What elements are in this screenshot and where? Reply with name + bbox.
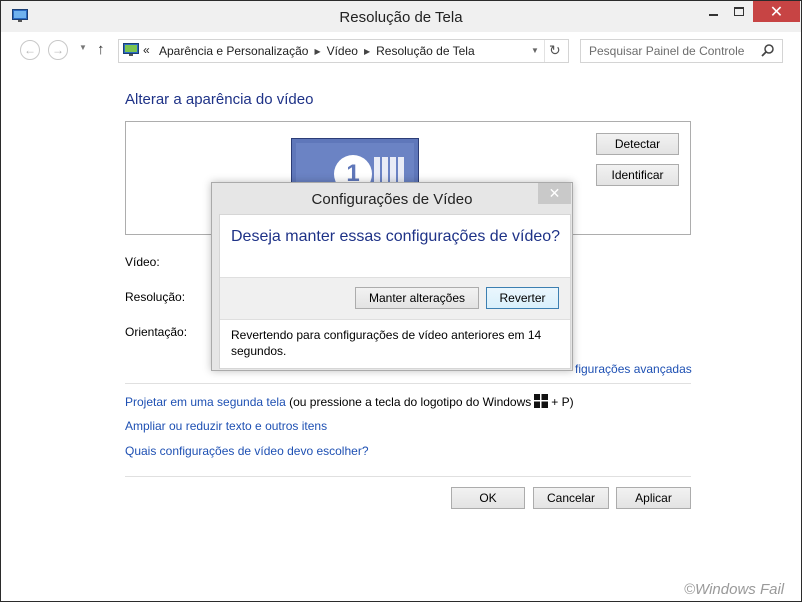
- breadcrumb-item-display[interactable]: Vídeo: [327, 44, 358, 58]
- which-settings-link-label[interactable]: Quais configurações de vídeo devo escolh…: [125, 444, 369, 458]
- breadcrumb-overflow-icon[interactable]: «: [143, 43, 150, 57]
- watermark: ©Windows Fail: [684, 581, 785, 598]
- resolution-label: Resolução:: [125, 290, 186, 304]
- page-title: Alterar a aparência do vídeo: [125, 91, 314, 108]
- breadcrumb-item-screen-resolution[interactable]: Resolução de Tela: [376, 44, 475, 58]
- footer-divider: [125, 476, 691, 477]
- title-bar[interactable]: Resolução de Tela ✕: [1, 1, 801, 32]
- dialog-close-button[interactable]: ✕: [538, 183, 571, 204]
- orientation-label: Orientação:: [125, 325, 188, 339]
- refresh-icon[interactable]: ↻: [549, 42, 561, 59]
- address-bar[interactable]: « Aparência e Personalização ▶ Vídeo ▶ Resol…: [118, 39, 569, 63]
- revert-button[interactable]: Reverter: [486, 287, 559, 309]
- close-icon: ✕: [769, 4, 784, 21]
- search-placeholder: Pesquisar Painel de Controle: [589, 44, 745, 58]
- breadcrumb-separator-icon[interactable]: ▶: [364, 47, 370, 56]
- project-hint-text: (ou pressione a tecla do logotipo do Win…: [289, 395, 532, 409]
- detect-button[interactable]: Detectar: [596, 133, 679, 155]
- forward-button[interactable]: →: [48, 40, 68, 60]
- project-hint-suffix: + P): [551, 395, 574, 409]
- apply-button[interactable]: Aplicar: [616, 487, 691, 509]
- enlarge-text-link[interactable]: Ampliar ou reduzir texto e outros itens: [125, 419, 327, 433]
- monitor-windows-icon: [374, 157, 406, 185]
- back-button[interactable]: ←: [20, 40, 40, 60]
- windows-logo-icon: [534, 394, 549, 408]
- identify-button[interactable]: Identificar: [596, 164, 679, 186]
- window-title: Resolução de Tela: [339, 9, 463, 26]
- breadcrumb: Aparência e Personalização ▶ Vídeo ▶ Resoluç…: [159, 44, 475, 58]
- enlarge-text-link-label[interactable]: Ampliar ou reduzir texto e outros itens: [125, 419, 327, 433]
- project-second-screen-link[interactable]: Projetar em uma segunda tela: [125, 395, 286, 409]
- keep-changes-button[interactable]: Manter alterações: [355, 287, 479, 309]
- dialog-body: Deseja manter essas configurações de víd…: [219, 214, 571, 369]
- advanced-settings-link[interactable]: figurações avançadas: [575, 362, 692, 376]
- recent-locations-chevron-icon[interactable]: ▼: [79, 43, 87, 52]
- divider: [125, 383, 691, 384]
- dialog-question: Deseja manter essas configurações de víd…: [231, 228, 561, 245]
- dialog-button-bar: Manter alterações Reverter: [220, 277, 570, 320]
- maximize-icon: [734, 7, 744, 16]
- close-icon: ✕: [548, 185, 561, 201]
- address-divider: [544, 40, 545, 62]
- project-row: Projetar em uma segunda tela (ou pressio…: [125, 394, 574, 409]
- navigation-bar: ← → ▼ ↑ « Aparência e Personalização ▶ Víd…: [1, 32, 801, 70]
- video-label: Vídeo:: [125, 255, 160, 269]
- search-input[interactable]: Pesquisar Painel de Controle: [580, 39, 783, 63]
- up-button[interactable]: ↑: [97, 41, 105, 58]
- breadcrumb-separator-icon[interactable]: ▶: [314, 47, 320, 56]
- ok-button[interactable]: OK: [451, 487, 525, 509]
- breadcrumb-item-appearance[interactable]: Aparência e Personalização: [159, 44, 308, 58]
- search-icon[interactable]: [761, 43, 775, 57]
- minimize-icon: [709, 14, 718, 16]
- address-dropdown-icon[interactable]: ▼: [531, 46, 539, 55]
- revert-countdown-message: Revertendo para configurações de vídeo a…: [231, 328, 542, 358]
- control-panel-icon: [123, 43, 139, 56]
- cancel-button[interactable]: Cancelar: [533, 487, 609, 509]
- maximize-button[interactable]: [725, 1, 754, 22]
- close-button[interactable]: ✕: [753, 1, 800, 22]
- video-settings-dialog: Configurações de Vídeo ✕ Deseja manter e…: [211, 182, 573, 371]
- which-settings-link[interactable]: Quais configurações de vídeo devo escolh…: [125, 444, 369, 458]
- dialog-title: Configurações de Vídeo: [311, 191, 473, 208]
- control-panel-window: Resolução de Tela ✕ ← → ▼ ↑ « Aparência …: [0, 0, 802, 602]
